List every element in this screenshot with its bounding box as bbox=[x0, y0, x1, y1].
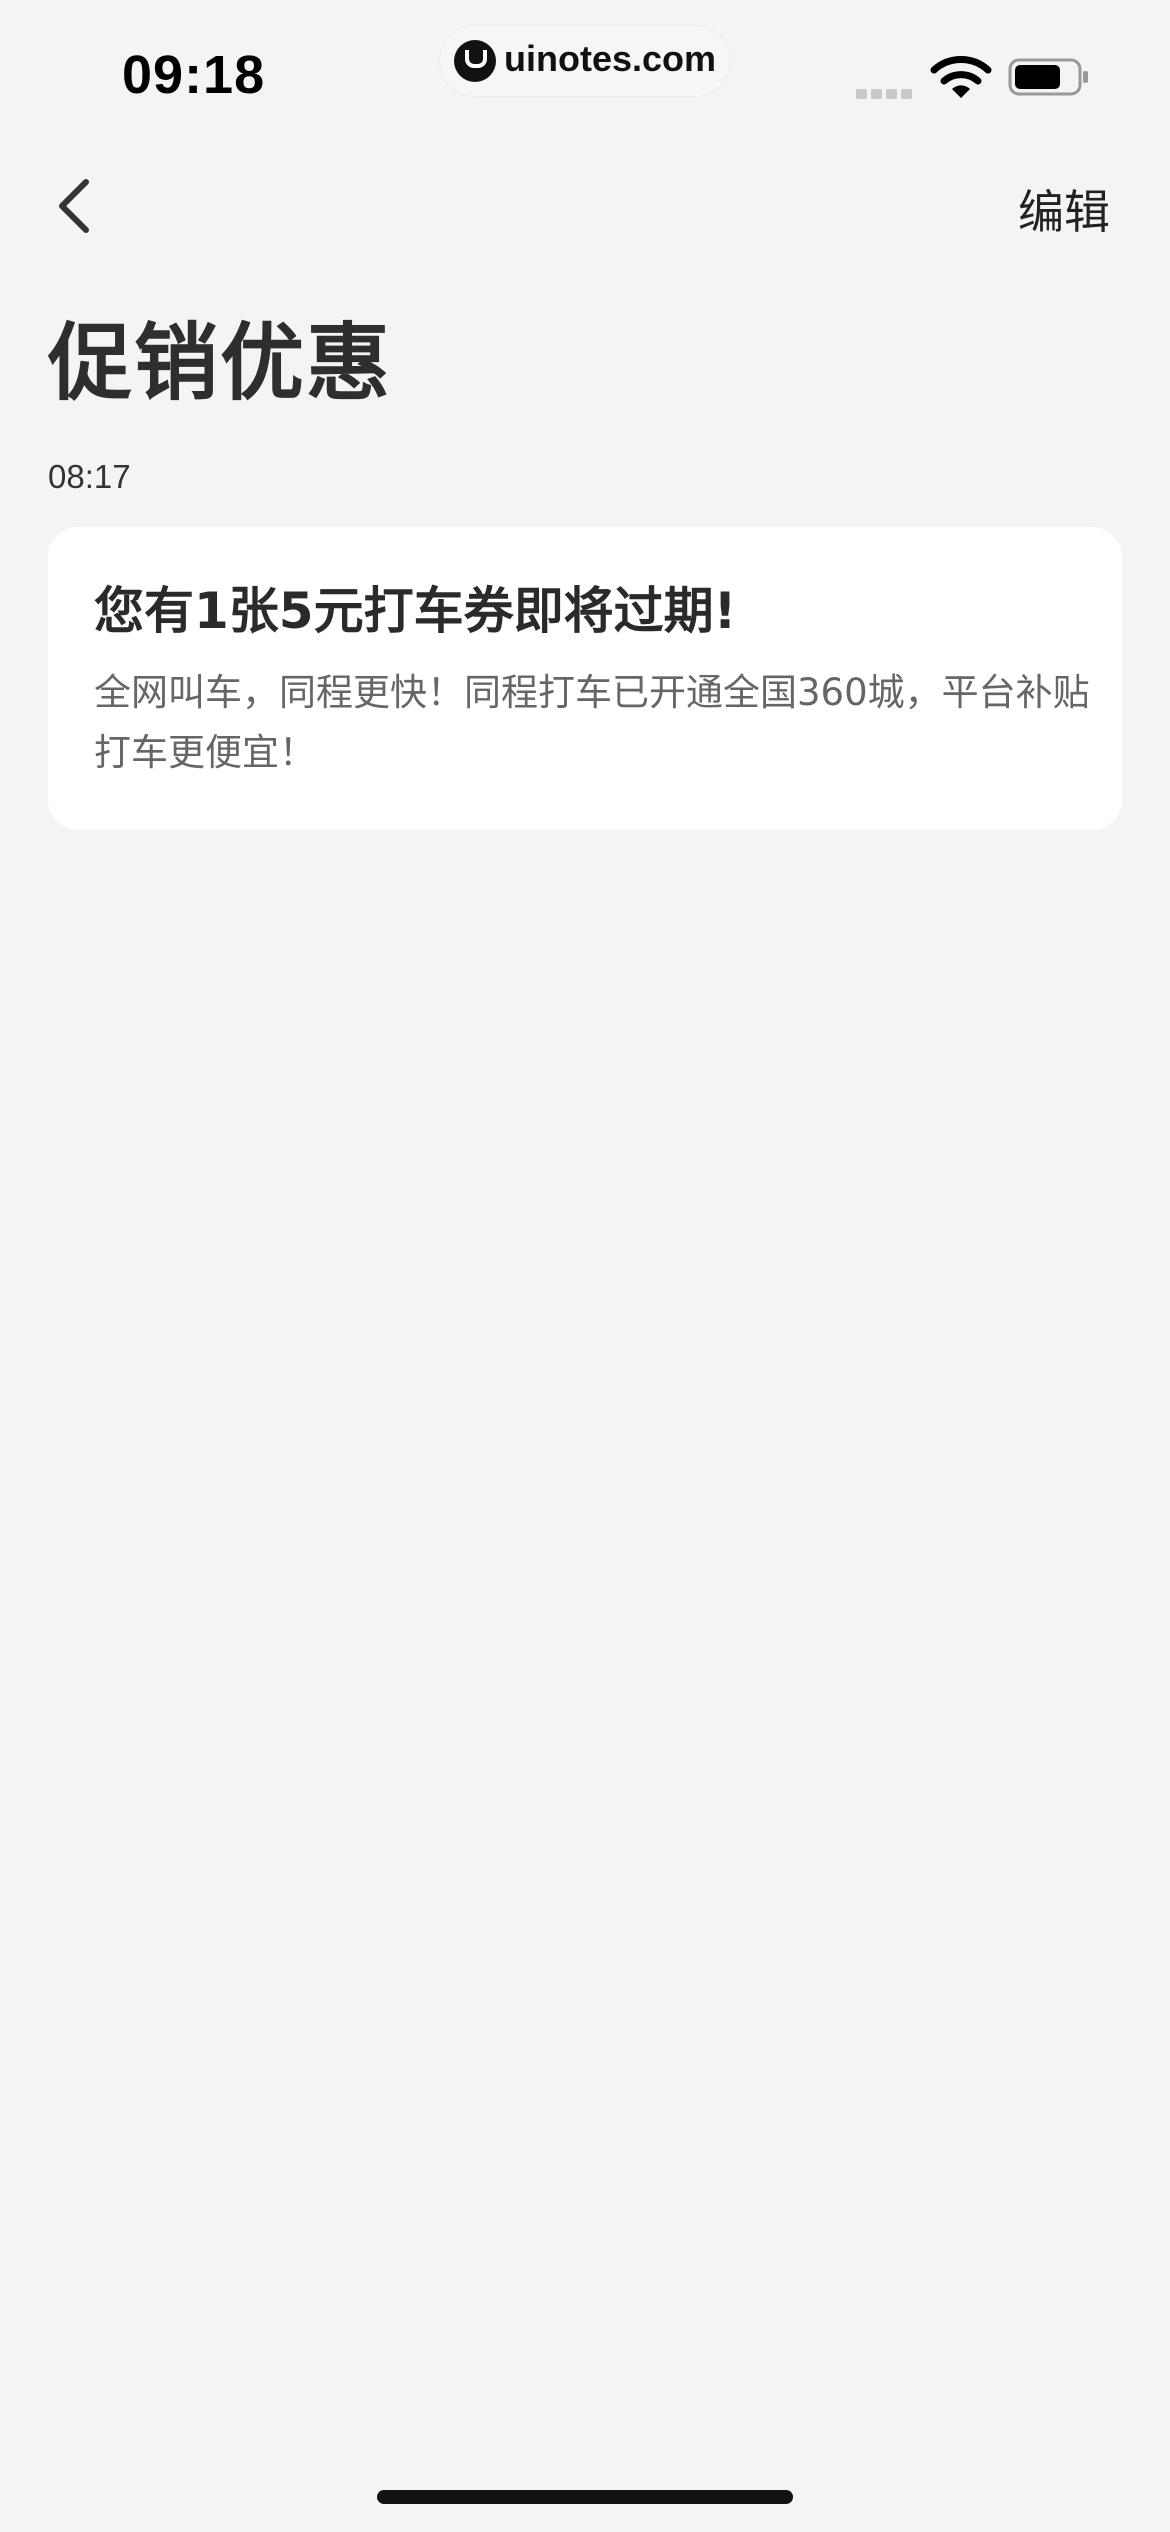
wifi-icon bbox=[930, 56, 992, 98]
cellular-signal-icon bbox=[856, 84, 916, 99]
home-indicator[interactable] bbox=[377, 2490, 793, 2504]
message-title: 您有1张5元打车券即将过期! bbox=[94, 582, 737, 640]
watermark-badge: uinotes.com bbox=[440, 26, 730, 96]
watermark-text: uinotes.com bbox=[504, 38, 717, 79]
message-body: 全网叫车，同程更快！同程打车已开通全国360城，平台补贴打车更便宜！ bbox=[94, 671, 1090, 774]
watermark-logo-icon bbox=[454, 40, 496, 82]
message-card[interactable]: 您有1张5元打车券即将过期! 全网叫车，同程更快！同程打车已开通全国360城，平… bbox=[48, 527, 1122, 830]
status-bar: 09:18 uinotes.com bbox=[0, 0, 1170, 140]
edit-button[interactable]: 编辑 bbox=[1018, 176, 1110, 242]
page-title: 促销优惠 bbox=[48, 314, 393, 412]
message-timestamp: 08:17 bbox=[48, 458, 131, 495]
battery-icon bbox=[1008, 58, 1088, 96]
status-time: 09:18 bbox=[122, 45, 266, 105]
back-chevron-icon[interactable] bbox=[48, 170, 104, 242]
